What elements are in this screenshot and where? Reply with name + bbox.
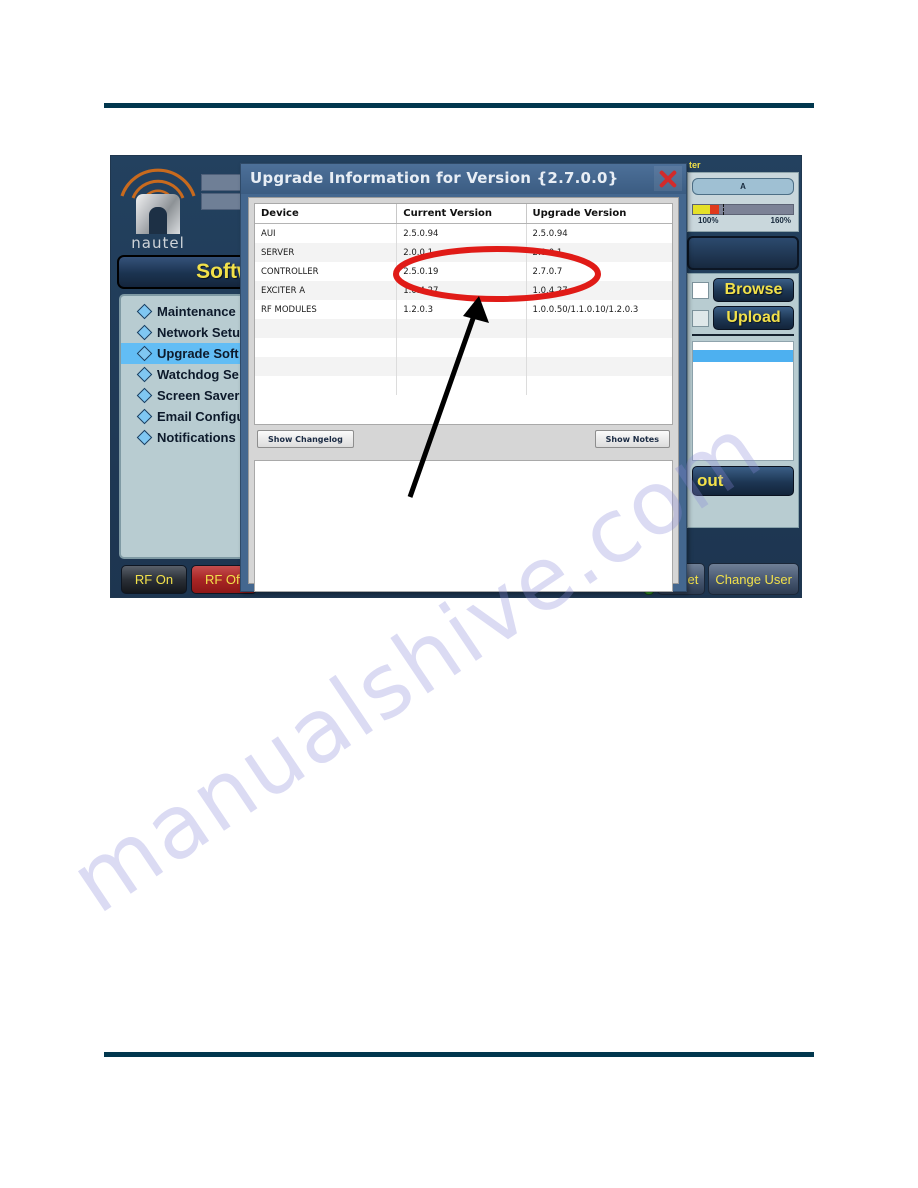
column-header-device: Device — [255, 204, 398, 224]
upgrade-information-dialog: Upgrade Information for Version {2.7.0.0… — [240, 163, 687, 592]
rf-control-row: RF On RF Off — [121, 565, 257, 594]
sidebar-item-label: Watchdog Se — [157, 367, 239, 382]
sidebar-item-label: Screen Saver — [157, 388, 240, 403]
right-panel: ter A 100% 160% Browse Upload out — [687, 158, 799, 595]
cell-upgrade-version: 2.0.0.1 — [526, 243, 672, 262]
sidebar-item-label: Notifications — [157, 430, 236, 445]
cell-current-version — [396, 319, 527, 338]
diamond-bullet-icon — [136, 387, 153, 404]
table-row — [255, 376, 672, 395]
table-header-row: Device Current Version Upgrade Version — [255, 204, 672, 224]
diamond-bullet-icon — [136, 429, 153, 446]
meter-scale-min: 100% — [698, 216, 719, 225]
dialog-body: Device Current Version Upgrade Version A… — [248, 197, 679, 592]
cell-current-version — [396, 357, 527, 376]
table-row: RF MODULES 1.2.0.3 1.0.0.50/1.1.0.10/1.2… — [255, 300, 672, 319]
diamond-bullet-icon — [136, 324, 153, 341]
cell-device — [255, 319, 398, 338]
dialog-title: Upgrade Information for Version {2.7.0.0… — [250, 169, 619, 187]
table-row: AUI 2.5.0.94 2.5.0.94 — [255, 223, 672, 243]
diamond-bullet-icon — [136, 303, 153, 320]
sidebar-item-label: Network Setu — [157, 325, 241, 340]
upgrade-controls-panel: Browse Upload out — [687, 273, 799, 528]
page-header-rule — [104, 103, 814, 108]
nautel-n-mark — [136, 194, 180, 234]
cell-current-version: 1.2.0.3 — [396, 300, 527, 319]
meter-scale: 100% 160% — [692, 215, 794, 225]
dialog-titlebar: Upgrade Information for Version {2.7.0.0… — [241, 164, 686, 194]
upload-row: Upload — [692, 306, 794, 330]
cell-upgrade-version: 1.0.4.27 — [526, 281, 672, 300]
cell-current-version — [396, 338, 527, 357]
dialog-button-row: Show Changelog Show Notes — [254, 430, 673, 460]
cell-upgrade-version: 2.7.0.7 — [526, 262, 672, 281]
meter-bar — [692, 204, 794, 215]
column-header-current-version: Current Version — [396, 204, 527, 224]
upload-button[interactable]: Upload — [713, 306, 794, 330]
package-list-selected-row[interactable] — [693, 350, 793, 362]
cell-device: SERVER — [255, 243, 398, 262]
meter-segment-red — [710, 205, 719, 214]
cell-current-version — [396, 376, 527, 395]
cell-device: RF MODULES — [255, 300, 398, 319]
file-path-field[interactable] — [687, 236, 799, 270]
package-list[interactable] — [692, 341, 794, 461]
close-x-icon — [659, 170, 677, 187]
change-user-button[interactable]: Change User — [708, 563, 799, 595]
cell-current-version: 1.0.4.27 — [396, 281, 527, 300]
browse-checkbox[interactable] — [692, 281, 709, 299]
diamond-bullet-icon — [136, 345, 153, 362]
version-table: Device Current Version Upgrade Version A… — [255, 204, 672, 395]
cell-device — [255, 357, 398, 376]
cell-device — [255, 376, 398, 395]
cell-upgrade-version — [526, 376, 672, 395]
column-header-upgrade-version: Upgrade Version — [526, 204, 672, 224]
browse-button[interactable]: Browse — [713, 278, 794, 302]
sidebar-item-label: Maintenance — [157, 304, 236, 319]
cell-current-version: 2.5.0.19 — [396, 262, 527, 281]
nautel-wordmark: nautel — [131, 234, 185, 252]
meter-widget: A 100% 160% — [687, 172, 799, 232]
upload-checkbox[interactable] — [692, 309, 709, 327]
show-changelog-button[interactable]: Show Changelog — [257, 430, 354, 448]
table-row: EXCITER A 1.0.4.27 1.0.4.27 — [255, 281, 672, 300]
meter-title: ter — [689, 160, 701, 170]
meter-segment-yellow — [693, 205, 710, 214]
diamond-bullet-icon — [136, 408, 153, 425]
sidebar-item-label: Email Configu — [157, 409, 245, 424]
cell-current-version: 2.5.0.94 — [396, 223, 527, 243]
version-table-container: Device Current Version Upgrade Version A… — [254, 203, 673, 425]
table-row — [255, 338, 672, 357]
table-row: SERVER 2.0.0.1 2.0.0.1 — [255, 243, 672, 262]
cell-upgrade-version — [526, 338, 672, 357]
dialog-close-button[interactable] — [654, 166, 682, 191]
logout-button[interactable]: out — [692, 466, 794, 496]
sidebar-item-label: Upgrade Soft — [157, 346, 239, 361]
table-row: CONTROLLER 2.5.0.19 2.7.0.7 — [255, 262, 672, 281]
table-row — [255, 357, 672, 376]
diamond-bullet-icon — [136, 366, 153, 383]
show-notes-button[interactable]: Show Notes — [594, 430, 670, 448]
cell-device: CONTROLLER — [255, 262, 398, 281]
cell-upgrade-version: 2.5.0.94 — [526, 223, 672, 243]
table-row — [255, 319, 672, 338]
aui-screenshot: nautel Date Wed N 12 Software C Maintena… — [110, 155, 802, 598]
cell-device — [255, 338, 398, 357]
meter-phase-label: A — [692, 178, 794, 195]
meter-scale-max: 160% — [770, 216, 791, 225]
cell-upgrade-version — [526, 319, 672, 338]
cell-current-version: 2.0.0.1 — [396, 243, 527, 262]
cell-upgrade-version: 1.0.0.50/1.1.0.10/1.2.0.3 — [526, 300, 672, 319]
rf-on-button[interactable]: RF On — [121, 565, 187, 594]
page-footer-rule — [104, 1052, 814, 1057]
meter-threshold-tick — [723, 204, 725, 215]
notes-text-area[interactable] — [254, 460, 673, 592]
cell-device: EXCITER A — [255, 281, 398, 300]
browse-row: Browse — [692, 278, 794, 302]
cell-upgrade-version — [526, 357, 672, 376]
nautel-logo: nautel — [115, 158, 199, 252]
cell-device: AUI — [255, 223, 398, 243]
panel-divider — [692, 334, 794, 336]
